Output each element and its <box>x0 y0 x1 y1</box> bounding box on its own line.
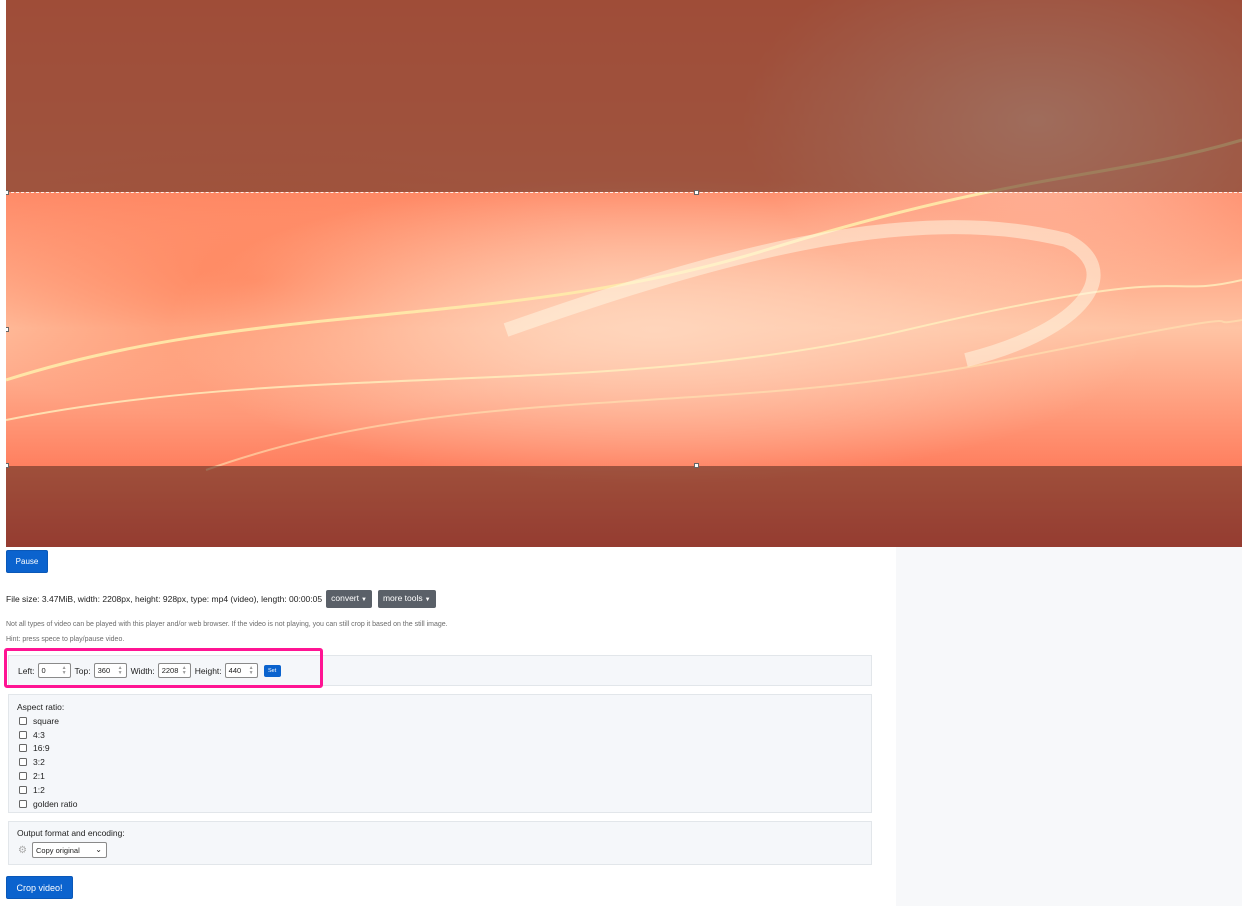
output-format-panel: Output format and encoding: ⚙ Copy origi… <box>8 821 872 865</box>
aspect-option-label: 2:1 <box>33 771 45 782</box>
side-area <box>896 547 1242 906</box>
aspect-ratio-title: Aspect ratio: <box>17 702 65 712</box>
crop-handle-bottom-left[interactable] <box>6 463 9 468</box>
width-label: Width: <box>130 665 155 676</box>
aspect-option-4-3[interactable]: 4:3 <box>19 728 77 742</box>
aspect-option-2-1[interactable]: 2:1 <box>19 769 77 783</box>
caret-down-icon: ▼ <box>360 597 367 603</box>
width-input[interactable]: 2208 ▲ ▼ <box>157 663 191 678</box>
aspect-option-label: 1:2 <box>33 784 45 795</box>
aspect-option-label: golden ratio <box>33 798 78 809</box>
height-input[interactable]: 440 ▲ ▼ <box>224 663 258 678</box>
checkbox[interactable] <box>19 758 27 767</box>
pause-button[interactable]: Pause <box>6 550 48 573</box>
checkbox[interactable] <box>19 744 27 753</box>
top-value: 360 <box>97 666 111 675</box>
spinner-icon[interactable]: ▲ ▼ <box>181 666 188 676</box>
aspect-option-label: square <box>33 715 59 726</box>
more-tools-label: more tools <box>382 593 423 603</box>
spinner-icon[interactable]: ▲ ▼ <box>248 666 255 676</box>
left-label: Left: <box>18 665 35 676</box>
checkbox[interactable] <box>19 730 27 739</box>
aspect-option-label: 3:2 <box>33 757 45 768</box>
gear-icon: ⚙ <box>18 845 27 856</box>
checkbox[interactable] <box>19 785 27 794</box>
aspect-option-16-9[interactable]: 16:9 <box>19 742 77 756</box>
crop-handle-left[interactable] <box>6 327 9 332</box>
aspect-option-square[interactable]: square <box>19 714 77 728</box>
file-info: File size: 3.47MiB, width: 2208px, heigh… <box>6 590 436 608</box>
spinner-icon[interactable]: ▲ ▼ <box>61 666 68 676</box>
height-value: 440 <box>228 666 242 675</box>
convert-label: convert <box>331 593 359 603</box>
crop-handle-top[interactable] <box>694 190 699 195</box>
more-tools-dropdown[interactable]: more tools ▼ <box>377 590 436 608</box>
compatibility-note: Not all types of video can be played wit… <box>6 621 448 628</box>
output-format-title: Output format and encoding: <box>17 828 125 838</box>
chevron-down-icon: ⌄ <box>95 845 102 854</box>
aspect-option-1-2[interactable]: 1:2 <box>19 783 77 797</box>
height-label: Height: <box>194 665 222 676</box>
crop-position-panel: Left: 0 ▲ ▼ Top: 360 ▲ ▼ Width: 2208 ▲ ▼ Heigh… <box>8 655 872 686</box>
aspect-option-label: 4:3 <box>33 729 45 740</box>
top-label: Top: <box>74 665 91 676</box>
file-info-text: File size: 3.47MiB, width: 2208px, heigh… <box>6 594 323 604</box>
left-value: 0 <box>41 666 46 675</box>
checkbox[interactable] <box>19 799 27 808</box>
aspect-option-label: 16:9 <box>33 743 50 754</box>
crop-selection[interactable] <box>6 192 1242 466</box>
caret-down-icon: ▼ <box>424 597 431 603</box>
aspect-option-3-2[interactable]: 3:2 <box>19 755 77 769</box>
video-preview[interactable] <box>6 0 1242 547</box>
aspect-ratio-list: square 4:3 16:9 3:2 2:1 1:2 golden ratio <box>19 714 77 811</box>
set-button[interactable]: Set <box>263 664 281 677</box>
checkbox[interactable] <box>19 716 27 725</box>
convert-dropdown[interactable]: convert ▼ <box>326 590 372 608</box>
left-input[interactable]: 0 ▲ ▼ <box>37 663 71 678</box>
width-value: 2208 <box>161 666 179 675</box>
crop-handle-bottom[interactable] <box>694 463 699 468</box>
crop-handle-top-left[interactable] <box>6 190 9 195</box>
crop-video-button[interactable]: Crop video! <box>6 876 73 899</box>
checkbox[interactable] <box>19 772 27 781</box>
aspect-ratio-panel: Aspect ratio: square 4:3 16:9 3:2 2:1 1:… <box>8 694 872 813</box>
crop-mask-top <box>6 0 1242 192</box>
top-input[interactable]: 360 ▲ ▼ <box>93 663 127 678</box>
hint-note: Hint: press spece to play/pause video. <box>6 636 125 643</box>
aspect-option-golden-ratio[interactable]: golden ratio <box>19 797 77 811</box>
spinner-icon[interactable]: ▲ ▼ <box>117 666 124 676</box>
output-format-select[interactable]: Copy original ⌄ <box>32 842 107 858</box>
crop-mask-bottom <box>6 466 1242 547</box>
output-format-value: Copy original <box>36 845 80 855</box>
